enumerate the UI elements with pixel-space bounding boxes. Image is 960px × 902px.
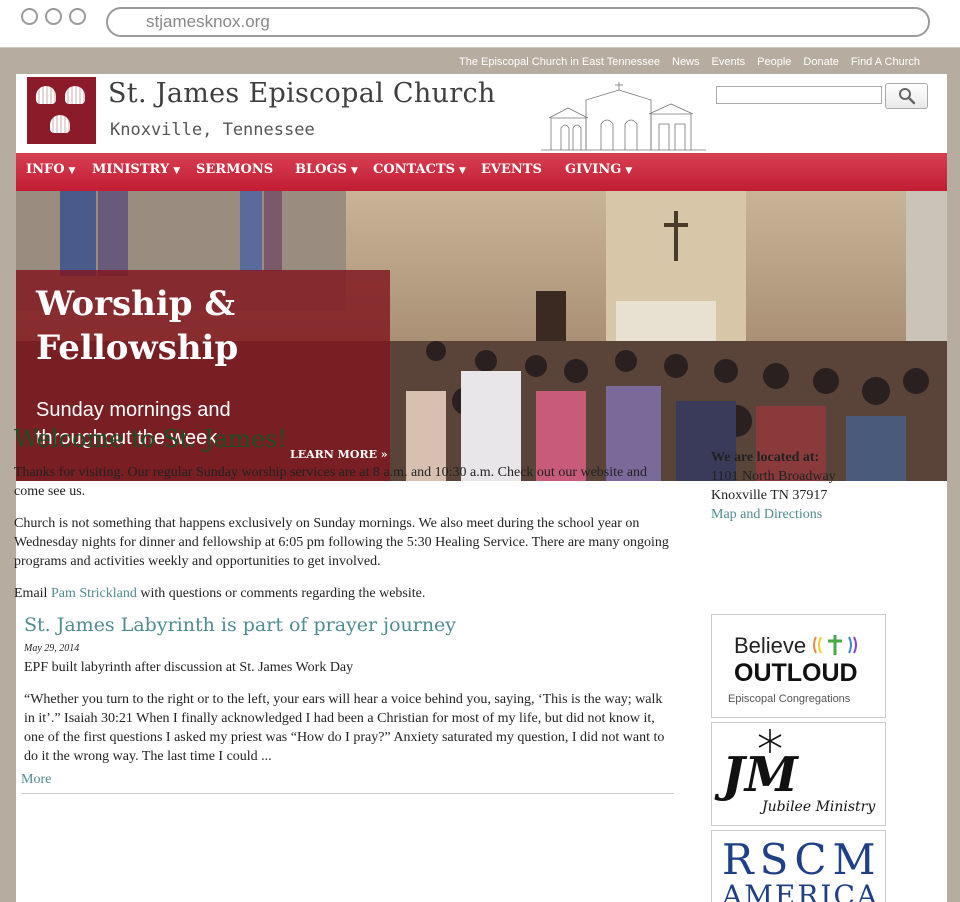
location-heading: We are located at: bbox=[711, 450, 820, 465]
page-title: Welcome to St. James! bbox=[14, 425, 287, 453]
nav-info[interactable]: INFO ▼ bbox=[26, 162, 75, 177]
chevron-down-icon: ▼ bbox=[459, 166, 466, 176]
badge-word-believe: Believe bbox=[734, 633, 807, 658]
badge-caption-jubilee: Jubilee Ministry bbox=[762, 799, 876, 815]
nav-ministry[interactable]: MINISTRY ▼ bbox=[92, 162, 180, 177]
badge-word-outloud: OUTLOUD bbox=[734, 659, 858, 687]
window-close-dot[interactable] bbox=[21, 8, 38, 25]
jubilee-ministry-badge[interactable]: JM Jubilee Ministry bbox=[711, 722, 886, 826]
address-line2: Knoxville TN 37917 bbox=[711, 488, 828, 503]
programs-paragraph: Church is not something that happens exc… bbox=[14, 516, 669, 569]
church-logo-shells[interactable] bbox=[27, 77, 96, 144]
post-date: May 29, 2014 bbox=[24, 643, 80, 654]
jubilee-monogram: JM bbox=[722, 747, 798, 803]
chevron-down-icon: ▼ bbox=[173, 166, 181, 176]
divider bbox=[21, 793, 674, 794]
rainbow-cross-icon bbox=[813, 635, 857, 655]
post-excerpt: “Whether you turn to the right or to the… bbox=[24, 692, 665, 764]
toplink-diocese[interactable]: The Episcopal Church in East Tennessee bbox=[459, 56, 660, 68]
rscm-wordmark: RSCM bbox=[722, 835, 882, 884]
window-maximize-dot[interactable] bbox=[69, 8, 86, 25]
nav-blogs[interactable]: BLOGS ▼ bbox=[295, 162, 358, 177]
toplink-news[interactable]: News bbox=[672, 56, 700, 68]
nav-contacts[interactable]: CONTACTS ▼ bbox=[373, 162, 466, 177]
shell-icon bbox=[36, 86, 56, 104]
nav-giving[interactable]: GIVING ▼ bbox=[565, 162, 632, 177]
shell-icon bbox=[50, 115, 70, 133]
toplink-find-church[interactable]: Find A Church bbox=[851, 56, 920, 68]
main-nav: INFO ▼ MINISTRY ▼ SERMONS BLOGS ▼ CONTACTS ▼… bbox=[16, 153, 947, 191]
toplink-events[interactable]: Events bbox=[712, 56, 746, 68]
rscm-america-badge[interactable]: RSCM AMERICA bbox=[711, 830, 886, 902]
toplink-people[interactable]: People bbox=[757, 56, 791, 68]
shell-icon bbox=[65, 86, 85, 104]
read-more-link[interactable]: More bbox=[21, 770, 51, 789]
search-button[interactable] bbox=[885, 83, 928, 109]
search-icon bbox=[898, 88, 915, 105]
address-text[interactable]: stjamesknox.org bbox=[146, 12, 270, 32]
map-directions-link[interactable]: Map and Directions bbox=[711, 505, 891, 524]
browser-chrome: stjamesknox.org bbox=[0, 0, 960, 48]
nav-sermons[interactable]: SERMONS bbox=[196, 162, 273, 177]
address-line1: 1101 North Broadway bbox=[711, 469, 836, 484]
top-links-bar: The Episcopal Church in East Tennessee N… bbox=[459, 56, 920, 68]
intro-paragraph: Thanks for visiting. Our regular Sunday … bbox=[14, 465, 647, 499]
main-content: Welcome to St. James! Thanks for visitin… bbox=[14, 425, 674, 794]
chevron-down-icon: ▼ bbox=[68, 166, 76, 176]
chevron-down-icon: ▼ bbox=[350, 166, 358, 176]
site-subtitle: Knoxville, Tennessee bbox=[110, 120, 315, 140]
chevron-down-icon: ▼ bbox=[625, 166, 633, 176]
badge-caption-episcopal: Episcopal Congregations bbox=[728, 693, 851, 705]
location-sidebar: We are located at: 1101 North Broadway K… bbox=[711, 448, 891, 524]
post-title-link[interactable]: St. James Labyrinth is part of prayer jo… bbox=[24, 616, 674, 635]
rscm-america-text: AMERICA bbox=[722, 879, 880, 902]
post-subtitle: EPF built labyrinth after discussion at … bbox=[24, 660, 354, 675]
toplink-donate[interactable]: Donate bbox=[803, 56, 838, 68]
email-paragraph: Email Pam Strickland with questions or c… bbox=[14, 586, 426, 601]
email-link[interactable]: Pam Strickland bbox=[51, 586, 137, 601]
site-title[interactable]: St. James Episcopal Church bbox=[108, 78, 496, 109]
window-minimize-dot[interactable] bbox=[45, 8, 62, 25]
nav-events[interactable]: EVENTS bbox=[481, 162, 542, 177]
search-input[interactable] bbox=[716, 86, 882, 104]
church-sketch-image bbox=[541, 82, 706, 151]
hero-title: Worship & Fellowship bbox=[36, 284, 239, 368]
address-bar[interactable]: stjamesknox.org bbox=[106, 7, 930, 37]
believe-out-loud-badge[interactable]: Believe OUTLOUD Episcopal Congregations bbox=[711, 614, 886, 718]
